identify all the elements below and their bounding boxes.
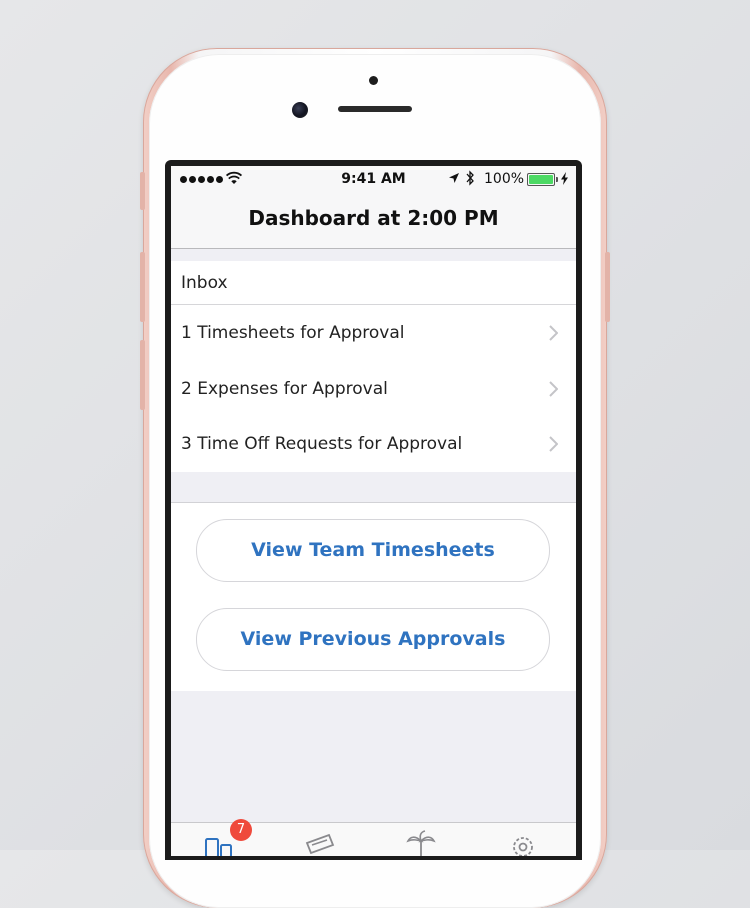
- tab-dashboard[interactable]: [201, 829, 233, 856]
- bluetooth-icon: [466, 170, 474, 186]
- inbox-list: 1 Timesheets for Approval 2 Expenses for…: [171, 305, 576, 472]
- list-item-time-off-approval[interactable]: 3 Time Off Requests for Approval: [171, 416, 576, 472]
- inbox-header-label: Inbox: [181, 273, 228, 293]
- inbox-section-header: Inbox: [171, 261, 576, 305]
- tab-expenses[interactable]: [303, 829, 335, 856]
- earpiece-speaker: [338, 106, 412, 112]
- proximity-sensor: [369, 76, 378, 85]
- list-item-expenses-approval[interactable]: 2 Expenses for Approval: [171, 361, 576, 417]
- chevron-right-icon: [549, 436, 558, 452]
- tab-bar: 7: [171, 819, 576, 856]
- list-item-label: 3 Time Off Requests for Approval: [181, 434, 463, 454]
- volume-down-button: [140, 340, 145, 410]
- page-title: Dashboard at 2:00 PM: [248, 206, 499, 230]
- power-button: [605, 252, 610, 322]
- battery-icon: [527, 173, 558, 186]
- expenses-icon: [305, 833, 335, 855]
- side-button: [140, 172, 145, 210]
- view-team-timesheets-button[interactable]: View Team Timesheets: [196, 519, 550, 582]
- view-previous-approvals-button[interactable]: View Previous Approvals: [196, 608, 550, 671]
- tab-settings[interactable]: [507, 829, 539, 856]
- chevron-right-icon: [549, 381, 558, 397]
- status-bar: 9:41 AM 100%: [171, 166, 576, 194]
- navigation-bar: 9:41 AM 100% Dashboard at 2:00 PM: [171, 166, 576, 249]
- dashboard-icon: [205, 838, 232, 856]
- dashboard-badge: 7: [230, 819, 252, 841]
- list-item-label: 1 Timesheets for Approval: [181, 323, 405, 343]
- time-off-icon: [406, 830, 436, 856]
- battery-level-fill: [529, 175, 553, 184]
- tab-time-off[interactable]: [405, 829, 437, 856]
- battery-percent: 100%: [484, 171, 525, 187]
- location-arrow-icon: [449, 173, 459, 183]
- list-item-label: 2 Expenses for Approval: [181, 379, 388, 399]
- list-item-timesheets-approval[interactable]: 1 Timesheets for Approval: [171, 305, 576, 361]
- actions-panel: View Team Timesheets View Previous Appro…: [171, 503, 576, 691]
- chevron-right-icon: [549, 325, 558, 341]
- settings-icon: [513, 837, 533, 856]
- charging-bolt-icon: [561, 172, 568, 185]
- app-screen: 9:41 AM 100% Dashboard at 2:00 PM Inbox …: [171, 166, 576, 856]
- volume-up-button: [140, 252, 145, 322]
- front-camera: [292, 102, 308, 118]
